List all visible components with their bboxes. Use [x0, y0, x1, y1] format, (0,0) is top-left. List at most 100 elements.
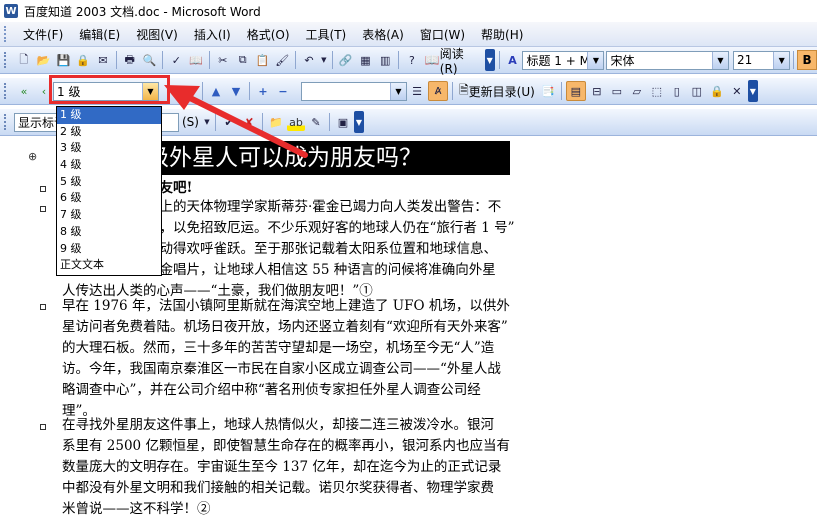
menu-view[interactable]: 视图(V) — [128, 24, 186, 45]
email-icon[interactable]: ✉ — [94, 51, 112, 69]
separator — [398, 51, 400, 69]
menu-file[interactable]: 文件(F) — [15, 24, 71, 45]
separator — [331, 51, 333, 69]
separator — [560, 82, 562, 100]
undo-icon[interactable]: ↶ — [300, 51, 318, 69]
toolbar-options-icon[interactable]: ▼ — [353, 111, 364, 133]
dropdown-option-level-6[interactable]: 6 级 — [57, 190, 161, 207]
open-folder-icon[interactable]: 📂 — [35, 51, 53, 69]
menu-tools[interactable]: 工具(T) — [298, 24, 355, 45]
new-document-icon[interactable]: 🗋 — [15, 51, 33, 69]
paste-icon[interactable]: 📋 — [254, 51, 272, 69]
show-first-line-icon[interactable]: ☰ — [408, 82, 426, 100]
title-bar: W 百度知道 2003 文档.doc - Microsoft Word — [0, 0, 817, 22]
dropdown-option-level-7[interactable]: 7 级 — [57, 207, 161, 224]
dropdown-option-level-5[interactable]: 5 级 — [57, 174, 161, 191]
toolbar-grip[interactable] — [4, 83, 9, 99]
menu-insert[interactable]: 插入(I) — [186, 24, 239, 45]
chevron-down-icon[interactable]: ▼ — [773, 51, 790, 69]
paragraph-line: 访。今年，我国南京秦淮区一市民在自家小区成立调查公司——“外星人战 — [62, 361, 501, 377]
style-combo[interactable]: 标题 1 + M ▼ — [522, 50, 605, 70]
dropdown-option-level-9[interactable]: 9 级 — [57, 241, 161, 258]
paragraph-line: 在寻找外星朋友这件事上，地球人热情似火，却接二连三被泼冷水。银河 — [62, 417, 494, 433]
toolbar-grip[interactable] — [4, 52, 9, 68]
chevron-down-icon[interactable]: ▼ — [587, 51, 604, 69]
collapse-subdocuments-icon[interactable]: ⊟ — [588, 82, 606, 100]
menu-help[interactable]: 帮助(H) — [473, 24, 531, 45]
copy-icon[interactable]: ⧉ — [234, 51, 252, 69]
paragraph-line: 的大理石板。然而，三十多年的苦苦守望却是一场空，机场至今无“人”造 — [62, 340, 495, 356]
move-handle-icon[interactable]: ⊕ — [28, 150, 37, 163]
menu-format[interactable]: 格式(O) — [239, 24, 298, 45]
unlink-subdocument-icon[interactable]: ⬚ — [648, 82, 666, 100]
close-outline-view-icon[interactable]: ✕ — [728, 82, 746, 100]
paragraph-line: 激动得欢呼雀跃。至于那张记载着太阳系位置和地球信息、 — [146, 241, 497, 257]
spelling-icon[interactable]: ✓ — [167, 51, 185, 69]
word-app-icon[interactable]: W — [4, 4, 18, 18]
annotation-highlight-box — [49, 75, 170, 104]
show-formatting-icon[interactable]: A̷ — [428, 81, 448, 101]
columns-icon[interactable]: ▥ — [376, 51, 394, 69]
paragraph-line: 话，以免招致厄运。不少乐观好客的地球人仍在“旅行者 1 号” — [146, 220, 515, 236]
separator — [498, 51, 500, 69]
dropdown-option-body-text[interactable]: 正文文本 — [57, 257, 161, 274]
help-icon[interactable]: ? — [403, 51, 421, 69]
font-combo[interactable]: 宋体 ▼ — [606, 50, 729, 70]
outline-bullet-icon[interactable] — [40, 206, 46, 212]
bold-button[interactable]: B — [797, 50, 817, 70]
print-preview-icon[interactable]: 🔍 — [141, 51, 159, 69]
undo-dropdown-icon[interactable]: ▼ — [320, 51, 328, 69]
paragraph-line: 系里有 2500 亿颗恒星，即使智慧生命存在的概率再小，银河系内也应当有 — [62, 438, 510, 454]
create-subdocument-icon[interactable]: ▭ — [608, 82, 626, 100]
menubar-grip[interactable] — [4, 26, 9, 42]
hyperlink-icon[interactable]: 🔗 — [337, 51, 355, 69]
merge-subdocument-icon[interactable]: ▯ — [668, 82, 686, 100]
outline-bullet-icon[interactable] — [40, 186, 46, 192]
paragraph-line: 的金唱片，让地球人相信这 55 种语言的问候将准确向外星 — [146, 262, 496, 278]
menu-table[interactable]: 表格(A) — [354, 24, 412, 45]
separator — [162, 51, 164, 69]
master-document-view-icon[interactable]: ▤ — [565, 81, 586, 101]
cut-icon[interactable]: ✂ — [214, 51, 232, 69]
dropdown-option-level-3[interactable]: 3 级 — [57, 140, 161, 157]
reviewing-pane-icon[interactable]: ▣ — [334, 113, 352, 131]
font-size-combo[interactable]: 21 ▼ — [732, 50, 791, 70]
paragraph-line: 早在 1976 年，法国小镇阿里斯就在海滨空地上建造了 UFO 机场，以供外 — [62, 298, 510, 314]
insert-subdocument-icon[interactable]: ▱ — [628, 82, 646, 100]
font-value: 宋体 — [610, 53, 635, 68]
table-icon[interactable]: ▦ — [357, 51, 375, 69]
show-level-combo[interactable]: ▼ — [301, 81, 407, 101]
update-toc-button[interactable]: 🗎 更新目录(U) — [456, 81, 538, 102]
toolbar-options-icon[interactable]: ▼ — [484, 49, 495, 71]
menu-edit[interactable]: 编辑(E) — [71, 24, 128, 45]
split-subdocument-icon[interactable]: ◫ — [688, 82, 706, 100]
chevron-down-icon[interactable]: ▼ — [390, 82, 406, 100]
standard-toolbar: 🗋 📂 💾 🔒 ✉ 🖶 🔍 ✓ 📖 ✂ ⧉ 📋 🖌 ↶ ▼ 🔗 ▦ ▥ ? 📖 阅… — [0, 45, 817, 76]
promote-to-heading1-icon[interactable]: « — [15, 82, 33, 100]
outline-bullet-icon[interactable] — [40, 424, 46, 430]
dropdown-option-level-1[interactable]: 1 级 — [57, 107, 161, 124]
outline-bullet-icon[interactable] — [40, 304, 46, 310]
save-icon[interactable]: 💾 — [55, 51, 73, 69]
dropdown-option-level-2[interactable]: 2 级 — [57, 124, 161, 141]
paragraph-2[interactable]: 早在 1976 年，法国小镇阿里斯就在海滨空地上建造了 UFO 机场，以供外 星… — [62, 296, 510, 422]
paragraph-line: 米曾说——这不科学！② — [62, 501, 211, 517]
paragraph-3[interactable]: 在寻找外星朋友这件事上，地球人热情似火，却接二连三被泼冷水。银河 系里有 250… — [62, 415, 510, 520]
research-icon[interactable]: 📖 — [187, 51, 205, 69]
format-painter-icon[interactable]: 🖌 — [273, 51, 291, 69]
permission-icon[interactable]: 🔒 — [74, 51, 92, 69]
paragraph-line: 椅上的天体物理学家斯蒂芬·霍金已竭力向人类发出警告：不 — [146, 199, 502, 215]
lock-document-icon[interactable]: 🔒 — [708, 82, 726, 100]
print-icon[interactable]: 🖶 — [121, 51, 139, 69]
menu-window[interactable]: 窗口(W) — [412, 24, 473, 45]
read-button[interactable]: 📖 阅读(R) — [422, 45, 484, 76]
toolbar-grip[interactable] — [4, 114, 9, 130]
go-to-toc-icon[interactable]: 📑 — [539, 82, 557, 100]
toolbar-options-icon[interactable]: ▼ — [747, 80, 758, 102]
paragraph-1[interactable]: 椅上的天体物理学家斯蒂芬·霍金已竭力向人类发出警告：不 话，以免招致厄运。不少乐… — [62, 197, 515, 302]
dropdown-option-level-4[interactable]: 4 级 — [57, 157, 161, 174]
chevron-down-icon[interactable]: ▼ — [711, 51, 728, 69]
dropdown-option-level-8[interactable]: 8 级 — [57, 224, 161, 241]
separator — [793, 51, 795, 69]
styles-formatting-icon[interactable]: A — [504, 51, 522, 69]
